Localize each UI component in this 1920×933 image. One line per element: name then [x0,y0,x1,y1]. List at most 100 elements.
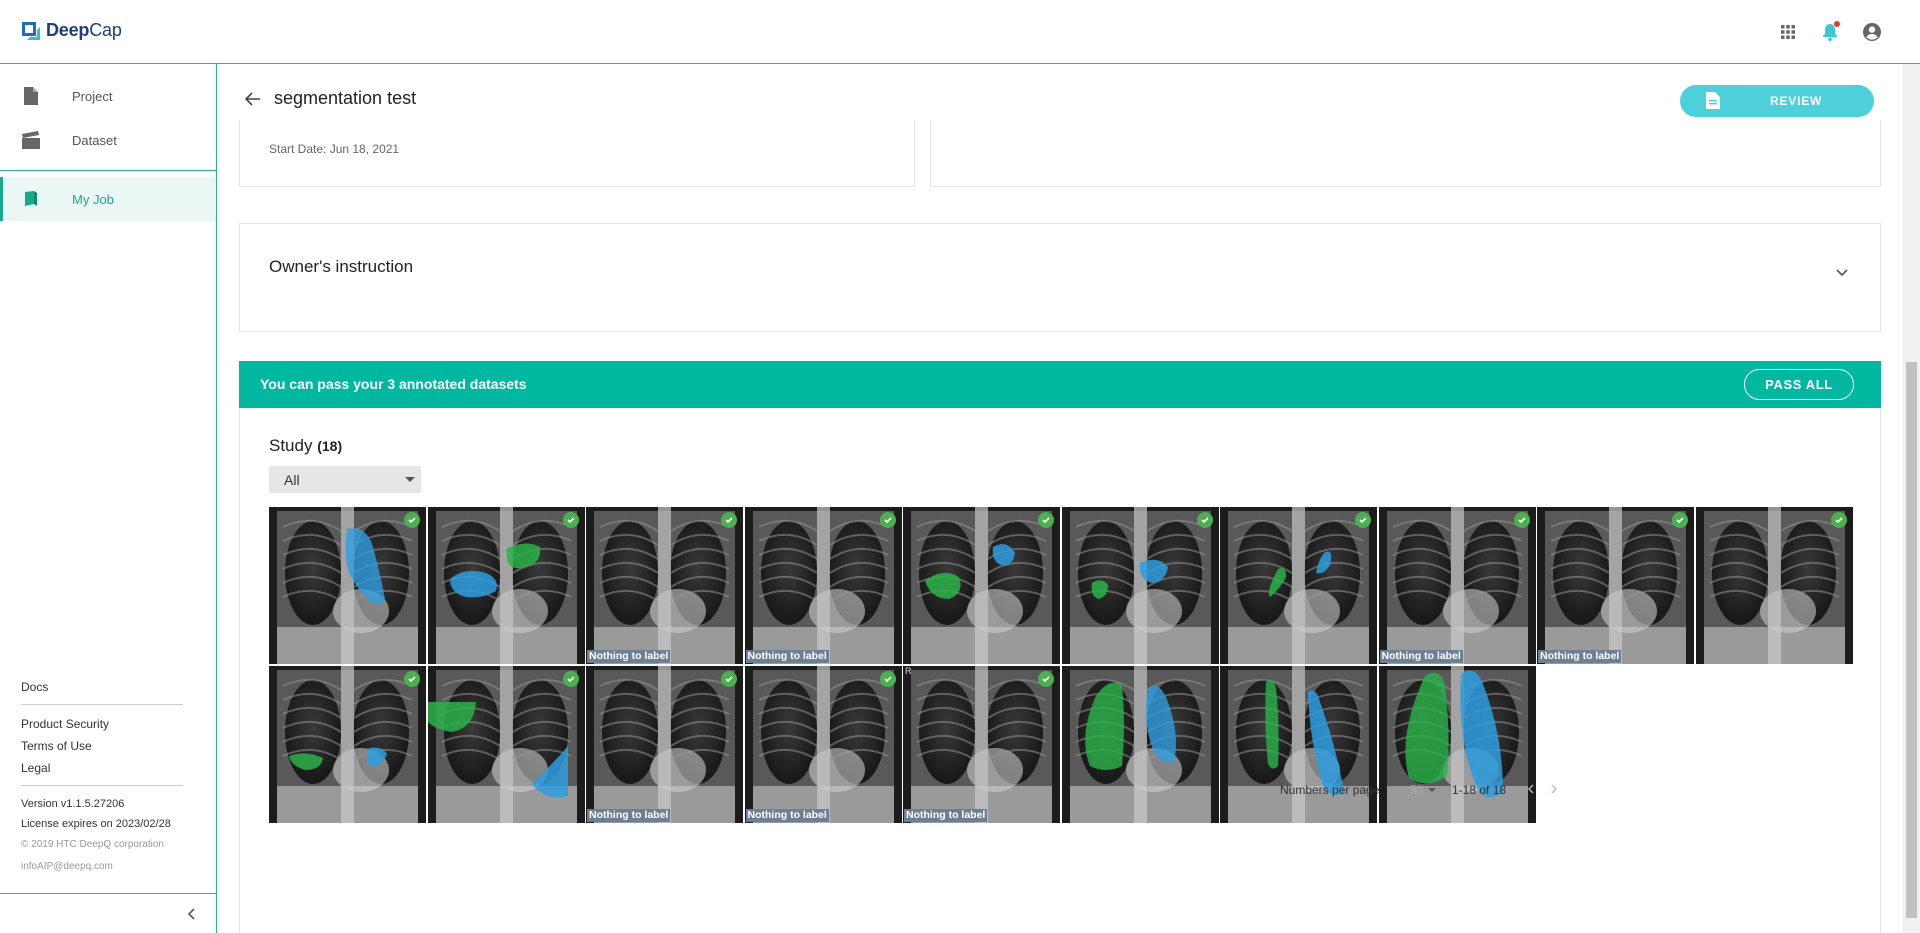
check-circle-icon [1038,671,1054,687]
product-security-link[interactable]: Product Security [21,713,183,735]
review-button[interactable]: REVIEW [1680,85,1874,117]
job-info-card: Start Date: Jun 18, 2021 [239,120,915,187]
check-circle-icon [562,512,579,528]
pass-all-button[interactable]: PASS ALL [1744,369,1854,400]
chevron-left-icon[interactable] [182,904,202,924]
study-thumbnail[interactable]: Nothing to label [586,507,743,664]
xray-image [744,507,902,664]
per-page-select[interactable]: 50 [1410,783,1423,797]
per-page-label: Numbers per page: [1280,783,1383,797]
sidebar-collapse-bar [0,893,216,933]
study-count: (18) [317,438,343,454]
study-thumbnail[interactable]: Nothing to label R [903,666,1060,823]
study-thumbnail[interactable] [427,666,585,823]
study-thumbnail[interactable] [269,507,426,664]
study-thumbnail[interactable] [903,507,1060,664]
docs-link[interactable]: Docs [21,676,183,698]
side-marker: R [905,666,912,676]
study-thumbnail[interactable] [1220,507,1377,664]
nothing-to-label-badge: Nothing to label [587,650,671,663]
app-logo[interactable]: DeepCap [22,20,122,41]
clapperboard-icon [20,129,42,151]
xray-image [1061,666,1219,823]
document-icon [1706,92,1722,110]
review-label: REVIEW [1770,94,1823,108]
xray-image [586,666,743,823]
nothing-to-label-badge: Nothing to label [587,809,671,822]
xray-image [269,507,426,664]
nothing-to-label-badge: Nothing to label [904,809,988,822]
check-circle-icon [721,512,737,528]
logo-mark-icon [22,21,40,40]
file-icon [20,85,42,107]
version-text: Version v1.1.5.27206 [21,798,125,810]
study-thumbnail[interactable] [427,507,585,664]
sidebar-item-project[interactable]: Project [0,74,216,118]
sidebar-divider [0,170,216,171]
chevron-left-icon[interactable] [1524,782,1538,796]
xray-image [1061,507,1219,664]
xray-image [1378,507,1536,664]
instruction-title: Owner's instruction [269,257,414,276]
study-thumbnail[interactable]: Nothing to label [586,666,743,823]
study-thumbnail[interactable]: Nothing to label [1537,507,1694,664]
license-text: License expires on 2023/02/28 [21,818,171,830]
xray-image [427,507,585,664]
logo-text: DeepCap [46,20,122,40]
check-circle-icon [1196,512,1213,528]
study-thumbnail[interactable] [269,666,426,823]
contact-email[interactable]: infoAIP@deepq.com [21,856,183,878]
xray-image [1695,507,1853,664]
caret-down-icon [1428,788,1436,792]
terms-link[interactable]: Terms of Use [21,735,183,757]
study-thumbnail[interactable]: Nothing to label [744,507,902,664]
owner-instruction-panel[interactable]: Owner's instruction [239,223,1881,332]
notification-dot [1834,21,1840,27]
chevron-right-icon[interactable] [1547,782,1561,796]
xray-image [586,507,743,664]
caret-down-icon [405,477,415,482]
page-title: segmentation test [274,88,417,108]
xray-image [1537,507,1694,664]
study-thumbnail[interactable]: Nothing to label [744,666,902,823]
chevron-down-icon[interactable] [1834,264,1850,280]
back-arrow-icon[interactable] [243,89,263,109]
study-thumbnail[interactable] [1695,507,1853,664]
check-circle-icon [721,671,737,687]
study-filter-select[interactable]: All [269,466,421,493]
pass-message: You can pass your 3 annotated datasets [260,376,527,392]
check-circle-icon [1038,512,1054,528]
sidebar-item-label: Project [72,88,113,104]
pass-banner: You can pass your 3 annotated datasets P… [239,361,1881,408]
nothing-to-label-badge: Nothing to label [1538,650,1622,663]
study-title: Study (18) [269,436,343,455]
sidebar-footer: Docs Product Security Terms of Use Legal… [21,676,183,878]
legal-link[interactable]: Legal [21,757,183,779]
sidebar-item-label: Dataset [72,132,117,148]
sidebar-item-label: My Job [72,191,114,207]
nothing-to-label-badge: Nothing to label [745,809,829,822]
study-thumbnail[interactable]: Nothing to label [1378,507,1536,664]
check-circle-icon [1672,512,1688,528]
top-bar: DeepCap [0,0,1920,64]
account-circle-icon[interactable] [1860,20,1884,44]
scrollbar-thumb[interactable] [1906,362,1917,918]
sidebar-item-dataset[interactable]: Dataset [0,118,216,162]
check-circle-icon [404,512,420,528]
main-content: segmentation test REVIEW Start Date: Jun… [217,64,1903,933]
page-scrollbar[interactable] [1903,64,1920,933]
check-circle-icon [1355,512,1371,528]
sidebar-item-my-job[interactable]: My Job [0,177,216,221]
job-info-card-right [930,120,1881,187]
start-date: Start Date: Jun 18, 2021 [269,142,400,156]
xray-image [1220,507,1377,664]
check-circle-icon [562,671,579,687]
study-thumbnail[interactable] [1061,666,1219,823]
page-range: 1-18 of 18 [1452,783,1507,797]
xray-image [269,666,426,823]
study-thumbnail[interactable] [1061,507,1219,664]
bell-icon[interactable] [1818,20,1842,44]
xray-image [744,666,902,823]
apps-grid-icon[interactable] [1776,20,1800,44]
check-circle-icon [1830,512,1847,528]
